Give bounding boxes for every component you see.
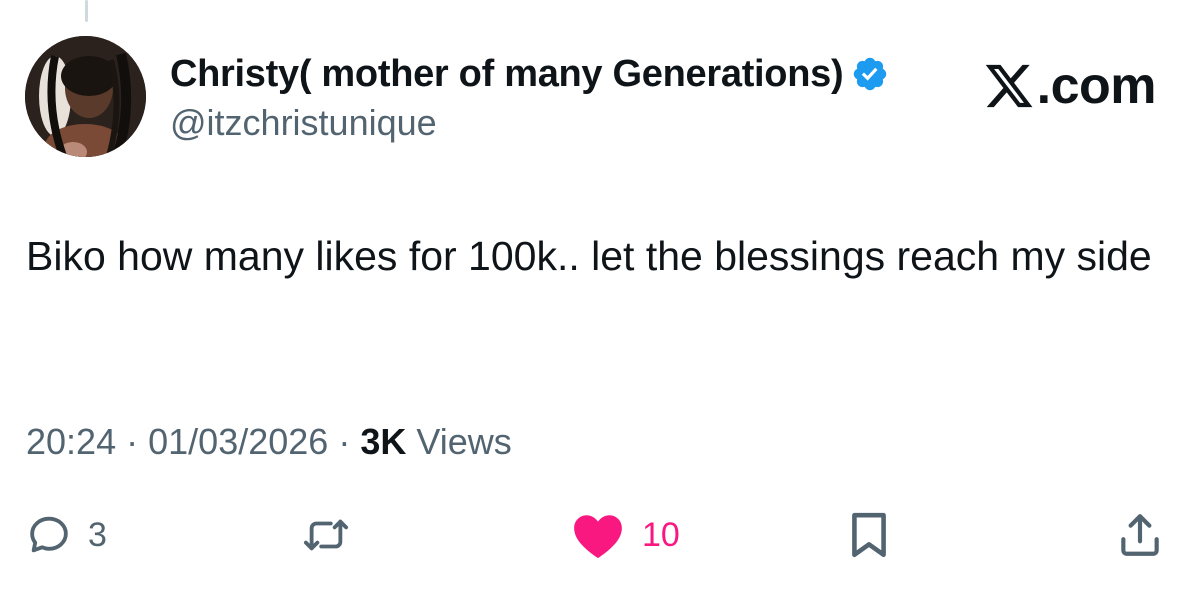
share-button[interactable] <box>1115 505 1165 565</box>
share-icon <box>1115 509 1165 561</box>
bookmark-icon <box>846 510 892 560</box>
bookmark-button[interactable] <box>846 505 892 565</box>
tweet-action-bar: 3 10 <box>0 505 1200 565</box>
author-handle[interactable]: @itzchristunique <box>170 102 889 144</box>
tweet-author-header: Christy( mother of many Generations) @it… <box>170 48 889 144</box>
x-logo-icon <box>983 60 1035 112</box>
thread-connector-line <box>85 0 88 22</box>
repost-icon <box>300 512 352 558</box>
x-brand-logo: .com <box>983 56 1157 116</box>
avatar-image <box>25 36 146 157</box>
tweet-meta: 20:24 · 01/03/2026 · 3K Views <box>26 421 512 463</box>
verified-badge-icon <box>851 55 889 93</box>
author-name-row: Christy( mother of many Generations) <box>170 48 889 100</box>
repost-button[interactable] <box>300 505 352 565</box>
brand-domain-label: .com <box>1036 57 1157 115</box>
tweet-date[interactable]: 01/03/2026 <box>148 421 328 462</box>
reply-button[interactable]: 3 <box>26 505 107 565</box>
reply-count: 3 <box>88 515 107 554</box>
views-label: Views <box>416 421 512 462</box>
tweet-time[interactable]: 20:24 <box>26 421 116 462</box>
meta-separator: · <box>338 421 351 462</box>
views-count: 3K <box>360 421 407 462</box>
reply-icon <box>26 512 72 558</box>
tweet-text: Biko how many likes for 100k.. let the b… <box>26 233 1152 279</box>
heart-icon <box>570 510 626 560</box>
author-display-name[interactable]: Christy( mother of many Generations) <box>170 53 844 96</box>
like-count: 10 <box>642 515 680 554</box>
like-button[interactable]: 10 <box>570 505 680 565</box>
meta-separator: · <box>126 421 139 462</box>
avatar[interactable] <box>25 36 146 157</box>
